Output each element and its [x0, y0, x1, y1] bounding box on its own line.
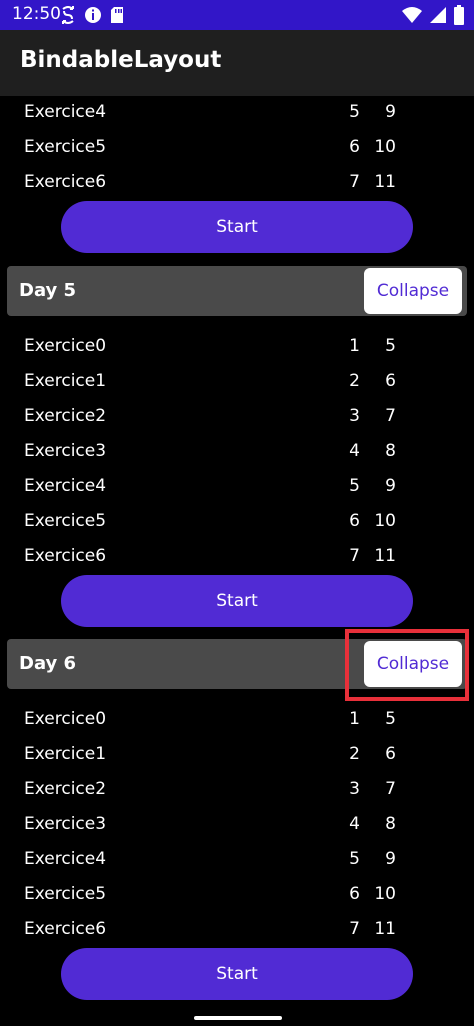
exercise-row: Exercice6 7 11 — [0, 913, 474, 948]
day-label: Day 6 — [19, 653, 77, 674]
exercise-value-1: 5 — [349, 849, 360, 869]
exercise-value-2: 7 — [385, 779, 396, 799]
exercise-value-1: 5 — [349, 476, 360, 496]
start-button[interactable]: Start — [61, 948, 413, 1000]
exercise-value-1: 6 — [349, 884, 360, 904]
info-icon — [84, 5, 102, 29]
exercise-row: Exercice4 5 9 — [0, 843, 474, 878]
exercise-value-2: 11 — [374, 172, 396, 192]
exercise-value-2: 9 — [385, 102, 396, 122]
exercise-row: Exercice2 3 7 — [0, 773, 474, 808]
exercise-name: Exercice4 — [24, 102, 107, 122]
exercise-value-1: 7 — [349, 919, 360, 939]
exercise-value-1: 1 — [349, 336, 360, 356]
exercise-name: Exercice5 — [24, 137, 107, 157]
home-indicator[interactable] — [194, 1016, 282, 1020]
status-time: 12:50 — [12, 4, 61, 24]
exercise-name: Exercice4 — [24, 476, 107, 496]
exercise-value-2: 8 — [385, 814, 396, 834]
app-bar: BindableLayout — [0, 30, 474, 96]
exercise-row: Exercice5 6 10 — [0, 878, 474, 913]
exercise-value-2: 11 — [374, 546, 396, 566]
exercise-value-1: 7 — [349, 546, 360, 566]
exercise-value-2: 10 — [374, 511, 396, 531]
exercise-value-2: 8 — [385, 441, 396, 461]
exercise-row: Exercice6 7 11 — [0, 540, 474, 575]
status-right-icons — [402, 5, 464, 29]
exercise-row: Exercice5 6 10 — [0, 505, 474, 540]
exercise-value-2: 10 — [374, 884, 396, 904]
exercise-row: Exercice3 4 8 — [0, 808, 474, 843]
exercise-value-2: 6 — [385, 371, 396, 391]
signal-icon — [430, 6, 446, 28]
exercise-name: Exercice4 — [24, 849, 107, 869]
exercise-name: Exercice1 — [24, 744, 107, 764]
status-bar: 12:50 — [0, 0, 474, 30]
start-button[interactable]: Start — [61, 575, 413, 627]
exercise-value-1: 2 — [349, 371, 360, 391]
exercise-name: Exercice0 — [24, 336, 107, 356]
exercise-row: Exercice5 6 10 — [0, 131, 474, 166]
exercise-name: Exercice3 — [24, 814, 107, 834]
exercise-value-2: 11 — [374, 919, 396, 939]
exercise-row: Exercice1 2 6 — [0, 365, 474, 400]
exercise-value-1: 3 — [349, 406, 360, 426]
exercise-name: Exercice6 — [24, 919, 107, 939]
exercise-name: Exercice3 — [24, 441, 107, 461]
exercise-row: Exercice1 2 6 — [0, 738, 474, 773]
exercise-value-2: 5 — [385, 336, 396, 356]
exercise-name: Exercice5 — [24, 884, 107, 904]
start-button[interactable]: Start — [61, 201, 413, 253]
highlight-box — [345, 629, 469, 701]
exercise-value-1: 7 — [349, 172, 360, 192]
exercise-value-1: 3 — [349, 779, 360, 799]
exercise-value-2: 5 — [385, 709, 396, 729]
battery-icon — [454, 5, 464, 29]
exercise-value-1: 1 — [349, 709, 360, 729]
exercise-name: Exercice6 — [24, 546, 107, 566]
collapse-button[interactable]: Collapse — [364, 268, 462, 314]
exercise-row: Exercice2 3 7 — [0, 400, 474, 435]
wifi-icon — [402, 6, 422, 28]
exercise-value-2: 7 — [385, 406, 396, 426]
exercise-value-1: 6 — [349, 511, 360, 531]
exercise-name: Exercice5 — [24, 511, 107, 531]
exercise-value-1: 4 — [349, 814, 360, 834]
exercise-value-1: 4 — [349, 441, 360, 461]
exercise-name: Exercice1 — [24, 371, 107, 391]
exercise-value-2: 9 — [385, 476, 396, 496]
exercise-row: Exercice0 1 5 — [0, 703, 474, 738]
exercise-list[interactable]: Exercice4 5 9 Exercice5 6 10 Exercice6 7… — [0, 96, 474, 1026]
exercise-value-1: 6 — [349, 137, 360, 157]
exercise-value-2: 10 — [374, 137, 396, 157]
status-left-icons — [60, 5, 124, 29]
exercise-row: Exercice0 1 5 — [0, 330, 474, 365]
exercise-row: Exercice6 7 11 — [0, 166, 474, 201]
sd-card-icon — [110, 5, 124, 29]
exercise-row: Exercice4 5 9 — [0, 96, 474, 131]
app-title: BindableLayout — [20, 47, 222, 73]
exercise-name: Exercice6 — [24, 172, 107, 192]
exercise-value-2: 6 — [385, 744, 396, 764]
exercise-row: Exercice3 4 8 — [0, 435, 474, 470]
day-label: Day 5 — [19, 280, 77, 301]
exercise-row: Exercice4 5 9 — [0, 470, 474, 505]
exercise-value-1: 5 — [349, 102, 360, 122]
exercise-value-1: 2 — [349, 744, 360, 764]
day-header: Day 5 Collapse — [7, 266, 467, 316]
exercise-name: Exercice2 — [24, 406, 107, 426]
exercise-value-2: 9 — [385, 849, 396, 869]
sync-icon — [60, 5, 76, 29]
exercise-name: Exercice2 — [24, 779, 107, 799]
exercise-name: Exercice0 — [24, 709, 107, 729]
